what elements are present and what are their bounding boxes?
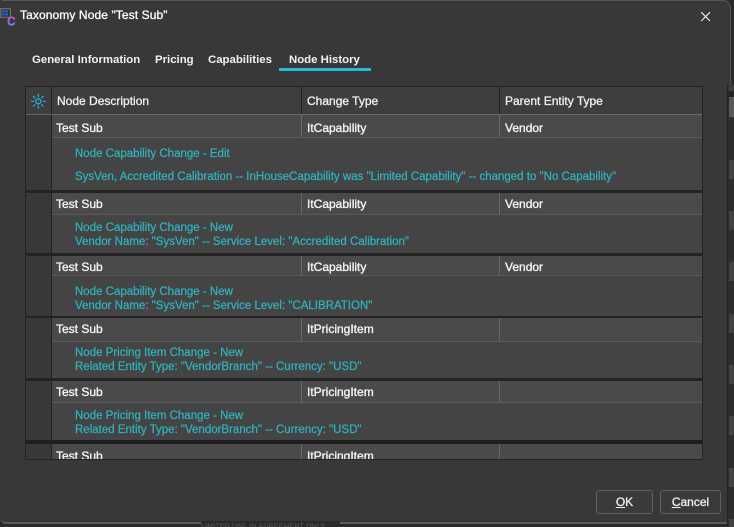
svg-text:c: c (7, 11, 16, 27)
